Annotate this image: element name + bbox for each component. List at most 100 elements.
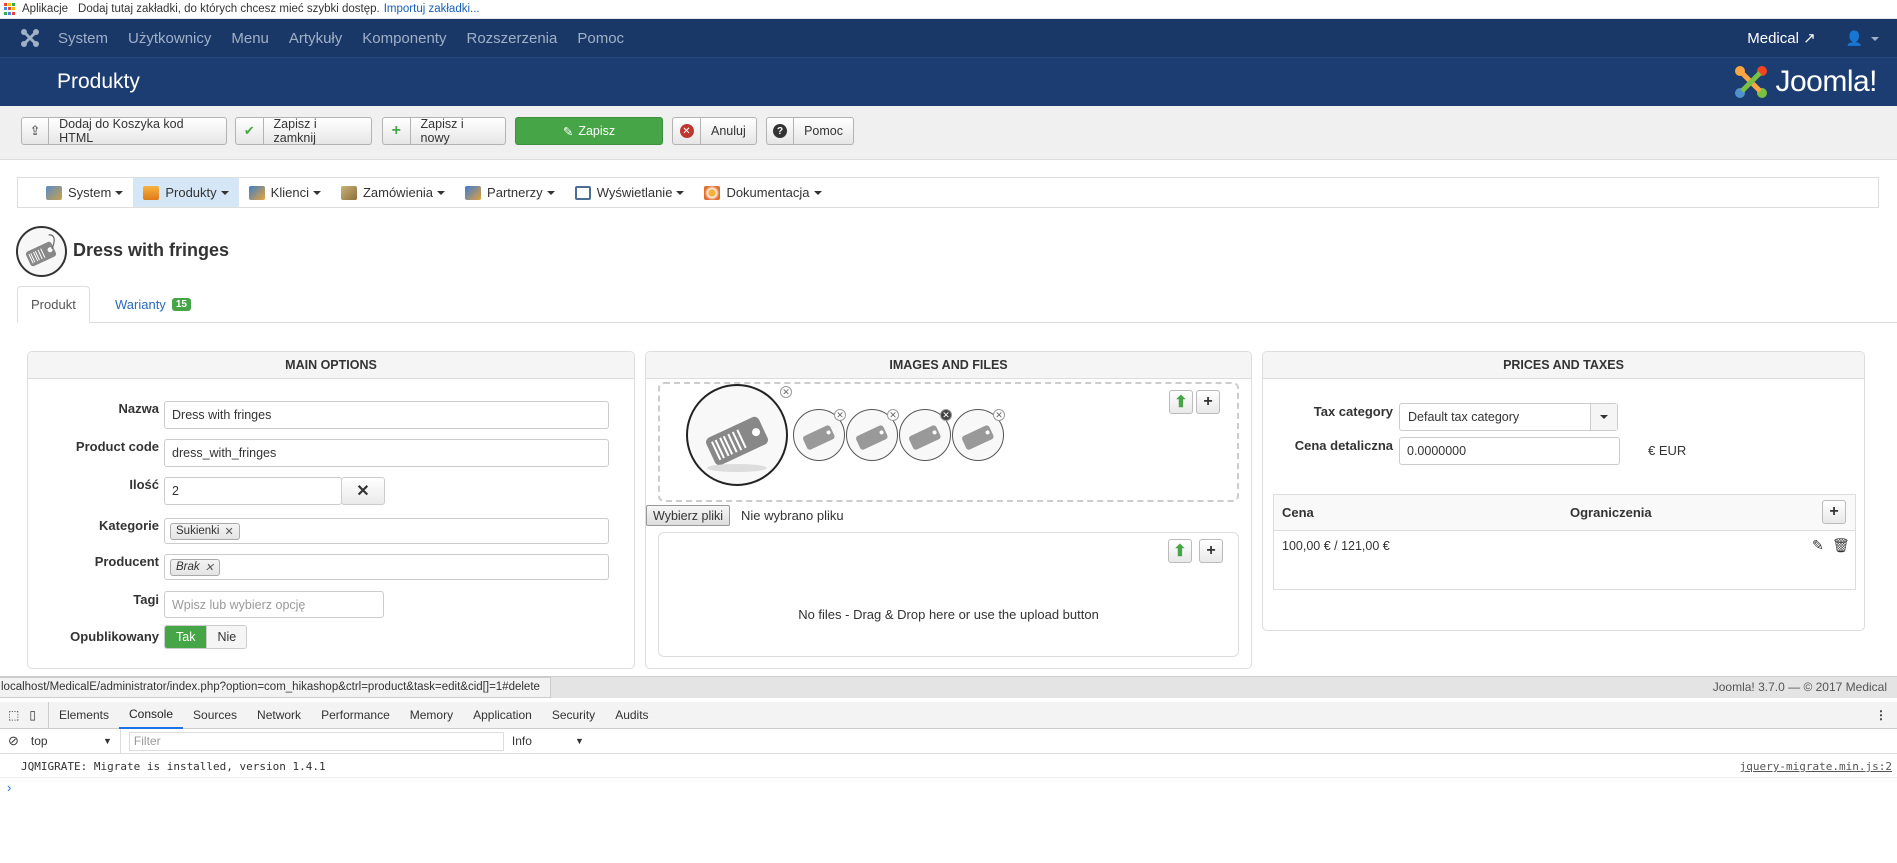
users-icon [248, 185, 265, 200]
devtools-tab-console[interactable]: Console [118, 702, 184, 729]
tags-input[interactable]: Wpisz lub wybierz opcję [164, 591, 384, 618]
topnav-components[interactable]: Komponenty [362, 30, 446, 47]
devtools-tab-network[interactable]: Network [247, 702, 311, 729]
display-icon [574, 185, 591, 200]
remove-image-icon[interactable]: ✕ [940, 409, 952, 421]
remove-image-icon[interactable]: ✕ [993, 409, 1005, 421]
topnav-users[interactable]: Użytkownicy [128, 30, 211, 47]
retail-price-input[interactable]: 0.0000000 [1399, 437, 1620, 465]
files-dropzone[interactable]: ⬆ + No files - Drag & Drop here or use t… [658, 532, 1239, 657]
delete-price-icon[interactable]: 🗑 [1832, 537, 1850, 554]
restrictions-column-header: Ograniczenia [1570, 505, 1652, 520]
remove-chip-icon[interactable]: ✕ [205, 561, 214, 574]
topnav-menu[interactable]: Menu [231, 30, 269, 47]
console-toolbar: ⊘ top ▼ Filter Info ▼ [0, 728, 1897, 754]
topnav-help[interactable]: Pomoc [577, 30, 624, 47]
site-name: Medical [1747, 30, 1799, 47]
tab-variants[interactable]: Warianty 15 [102, 286, 204, 323]
devtools-tab-sources[interactable]: Sources [183, 702, 247, 729]
remove-image-icon[interactable]: ✕ [887, 409, 899, 421]
inspect-icon[interactable]: ⬚ [0, 702, 25, 729]
hikashop-menu: System Produkty Klienci Zamówienia Partn… [17, 177, 1879, 208]
console-prompt[interactable]: › [7, 780, 11, 795]
device-toggle-icon[interactable]: ▯ [25, 701, 49, 729]
hikamenu-orders[interactable]: Zamówienia [331, 178, 455, 207]
hikamenu-customers[interactable]: Klienci [239, 178, 331, 207]
tax-category-select[interactable]: Default tax category [1399, 403, 1618, 431]
tab-product[interactable]: Produkt [17, 286, 90, 323]
edit-price-icon[interactable]: ✎ [1812, 537, 1824, 554]
hikamenu-system[interactable]: System [18, 178, 133, 207]
context-select[interactable]: top ▼ [31, 728, 121, 754]
page-header: Produkty Joomla! [0, 57, 1897, 106]
joomla-logo: Joomla! [1733, 64, 1877, 100]
quantity-input[interactable]: 2 [164, 477, 342, 505]
devtools-tabbar: ⬚ ▯ Elements Console Sources Network Per… [0, 701, 1897, 729]
topnav-extensions[interactable]: Rozszerzenia [466, 30, 557, 47]
product-code-input[interactable]: dress_with_fringes [164, 439, 609, 467]
variants-count-badge: 15 [171, 298, 191, 311]
joomla-x-icon[interactable] [20, 28, 40, 48]
clear-console-icon[interactable]: ⊘ [8, 733, 19, 749]
edit-icon: ✎ [562, 124, 574, 139]
log-level-select[interactable]: Info ▼ [512, 734, 584, 748]
devtools-tab-security[interactable]: Security [542, 702, 605, 729]
devtools-tab-memory[interactable]: Memory [400, 702, 463, 729]
clear-quantity-button[interactable]: ✕ [341, 477, 385, 505]
categories-field[interactable]: Sukienki ✕ [164, 518, 609, 544]
add-to-cart-html-button[interactable]: ⇪ Dodaj do Koszyka kod HTML [21, 117, 227, 145]
hikamenu-docs[interactable]: Dokumentacja [694, 178, 831, 207]
hikamenu-partners[interactable]: Partnerzy [455, 178, 565, 207]
topnav-system[interactable]: System [58, 30, 108, 47]
images-dropzone[interactable]: ✕ ✕ ✕ ✕ ✕ ⬆ + [658, 382, 1239, 502]
console-source-link[interactable]: jquery-migrate.min.js:2 [1740, 756, 1892, 778]
add-file-button[interactable]: + [1199, 539, 1223, 563]
close-icon: ✕ [356, 483, 370, 500]
box-icon [143, 185, 160, 200]
plus-icon: + [1203, 393, 1213, 410]
devtools-tab-elements[interactable]: Elements [49, 702, 119, 729]
name-input[interactable]: Dress with fringes [164, 401, 609, 429]
devtools-tab-performance[interactable]: Performance [311, 702, 400, 729]
devtools-tab-audits[interactable]: Audits [605, 702, 658, 729]
copyright-text: Joomla! 3.7.0 — © 2017 Medical [1712, 680, 1887, 694]
devtools-tab-application[interactable]: Application [463, 702, 542, 729]
remove-image-icon[interactable]: ✕ [834, 409, 846, 421]
apps-grid-icon[interactable] [4, 3, 16, 15]
add-price-button[interactable]: + [1822, 500, 1846, 524]
product-image-main[interactable] [686, 384, 788, 486]
published-label: Opublikowany [70, 629, 159, 644]
main-options-title: MAIN OPTIONS [28, 352, 634, 379]
status-url: localhost/MedicalE/administrator/index.p… [0, 677, 551, 698]
add-image-button[interactable]: + [1196, 390, 1220, 414]
images-files-panel: IMAGES AND FILES ✕ ✕ ✕ ✕ ✕ ⬆ + ⬆ + No fi… [645, 351, 1252, 669]
more-options-icon[interactable]: ⋮ [1865, 702, 1897, 729]
save-close-button[interactable]: ✔ Zapisz i zamknij [235, 117, 372, 145]
cancel-button[interactable]: ✕ Anuluj [672, 117, 757, 145]
console-filter-input[interactable]: Filter [128, 731, 504, 751]
prices-taxes-title: PRICES AND TAXES [1263, 352, 1864, 379]
help-button[interactable]: ? Pomoc [766, 117, 854, 145]
topnav-content[interactable]: Artykuły [289, 30, 342, 47]
tax-category-label: Tax category [1313, 404, 1393, 419]
apps-link[interactable]: Aplikacje [22, 3, 68, 15]
upload-file-button[interactable]: ⬆ [1168, 539, 1192, 563]
save-new-button[interactable]: + Zapisz i nowy [382, 117, 506, 145]
hikamenu-products[interactable]: Produkty [133, 178, 239, 207]
save-button[interactable]: ✎ Zapisz [515, 117, 663, 145]
choose-files-button[interactable]: Wybierz pliki [646, 505, 731, 526]
user-menu-icon[interactable]: 👤 [1846, 30, 1879, 47]
remove-image-icon[interactable]: ✕ [780, 386, 792, 398]
import-bookmarks-link[interactable]: Importuj zakładki... [384, 3, 480, 15]
upload-image-button[interactable]: ⬆ [1169, 390, 1193, 414]
remove-chip-icon[interactable]: ✕ [224, 525, 233, 538]
published-yes-button[interactable]: Tak [165, 626, 207, 648]
hikamenu-display[interactable]: Wyświetlanie [565, 178, 695, 207]
published-no-button[interactable]: Nie [206, 626, 247, 648]
categories-label: Kategorie [99, 518, 159, 533]
manufacturer-field[interactable]: Brak ✕ [164, 554, 609, 580]
plus-icon: + [1206, 542, 1216, 559]
page-footer: localhost/MedicalE/administrator/index.p… [0, 676, 1897, 698]
site-link[interactable]: Medical ↗ [1747, 29, 1815, 47]
check-icon: ✔ [236, 118, 264, 144]
